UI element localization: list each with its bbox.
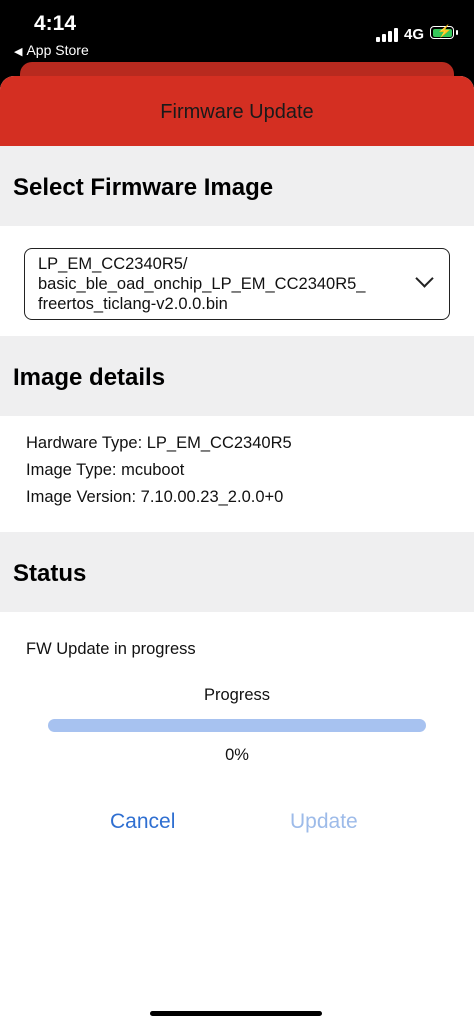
chevron-down-icon	[415, 269, 434, 288]
select-firmware-header: Select Firmware Image	[0, 146, 474, 226]
firmware-image-select[interactable]: LP_EM_CC2340R5/ basic_ble_oad_onchip_LP_…	[24, 248, 450, 320]
home-indicator	[150, 1011, 322, 1016]
firmware-image-value: LP_EM_CC2340R5/ basic_ble_oad_onchip_LP_…	[38, 255, 366, 313]
network-type: 4G	[404, 26, 425, 43]
update-button[interactable]: Update	[290, 810, 358, 834]
cancel-button[interactable]: Cancel	[110, 810, 175, 834]
page-title: Firmware Update	[160, 101, 314, 123]
image-version: Image Version: 7.10.00.23_2.0.0+0	[26, 488, 284, 506]
back-to-app-link[interactable]: ◀ App Store	[14, 42, 89, 58]
signal-icon	[376, 28, 400, 42]
status-text: FW Update in progress	[26, 640, 196, 658]
status-header: Status	[0, 532, 474, 612]
back-app-label: App Store	[26, 42, 89, 58]
progress-percent: 0%	[225, 746, 249, 764]
battery-icon: ⚡	[430, 24, 458, 39]
status-title: Status	[13, 560, 87, 587]
image-details-list: Hardware Type: LP_EM_CC2340R5 Image Type…	[26, 430, 292, 511]
progress-bar	[48, 719, 426, 732]
nav-bar: Firmware Update	[0, 76, 474, 146]
progress-label: Progress	[203, 686, 271, 704]
image-type: Image Type: mcuboot	[26, 461, 185, 479]
status-bar: 4:14 ◀ App Store 4G ⚡	[0, 0, 474, 64]
clock: 4:14	[34, 12, 77, 35]
back-triangle-icon: ◀	[14, 46, 23, 58]
hardware-type: Hardware Type: LP_EM_CC2340R5	[26, 434, 292, 452]
firmware-update-sheet: Firmware Update Select Firmware Image LP…	[0, 76, 474, 1026]
image-details-header: Image details	[0, 336, 474, 416]
image-details-title: Image details	[13, 364, 166, 391]
select-firmware-title: Select Firmware Image	[13, 174, 274, 201]
